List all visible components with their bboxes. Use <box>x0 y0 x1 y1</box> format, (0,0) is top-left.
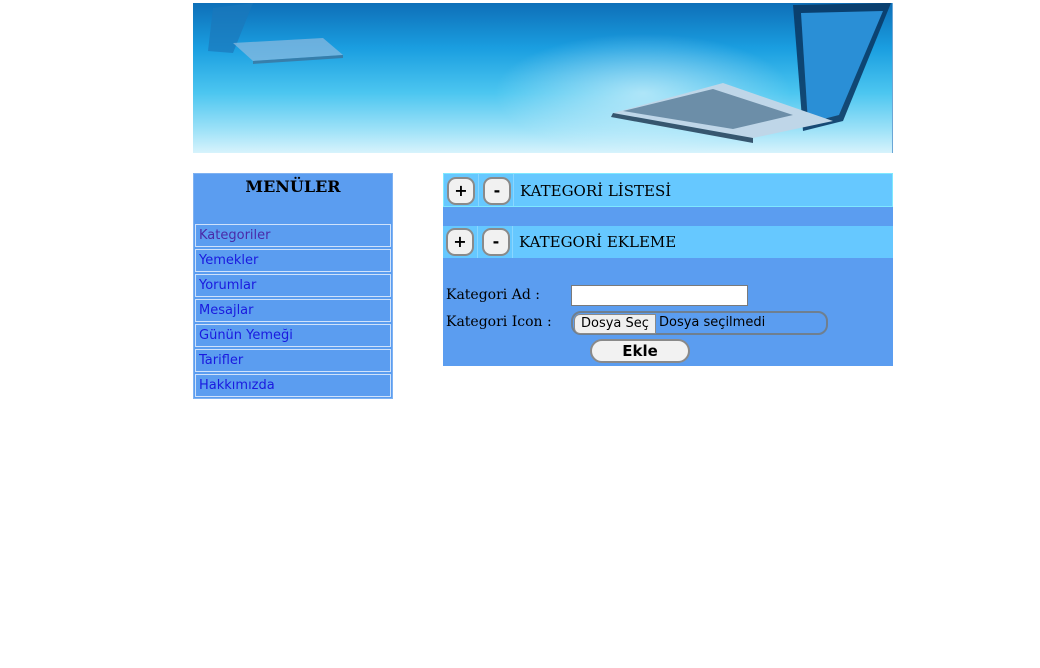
menu-item-hakkimizda[interactable]: Hakkımızda <box>195 374 391 397</box>
menu-link-tarifler[interactable]: Tarifler <box>196 350 390 371</box>
menu-item-yemekler[interactable]: Yemekler <box>195 249 391 272</box>
menu-link-mesajlar[interactable]: Mesajlar <box>196 300 390 321</box>
laptop-illustration <box>208 3 891 143</box>
expand-add-button[interactable]: + <box>446 228 474 256</box>
menu-link-hakkimizda[interactable]: Hakkımızda <box>196 375 390 396</box>
menu-item-yorumlar[interactable]: Yorumlar <box>195 274 391 297</box>
menu-title: MENÜLER <box>245 177 341 196</box>
menu-link-gunun-yemegi[interactable]: Günün Yemeği <box>196 325 390 346</box>
category-icon-file-input[interactable]: Dosya Seç Dosya seçilmedi <box>571 311 828 335</box>
category-icon-label: Kategori Icon : <box>446 314 552 330</box>
menu-link-yorumlar[interactable]: Yorumlar <box>196 275 390 296</box>
menu-item-kategoriler[interactable]: Kategoriler <box>195 224 391 247</box>
collapse-list-button[interactable]: - <box>483 177 511 205</box>
menu-item-tarifler[interactable]: Tarifler <box>195 349 391 372</box>
file-status-text: Dosya seçilmedi <box>659 315 766 330</box>
category-list-title: KATEGORİ LİSTESİ <box>520 182 672 200</box>
category-panel: + - KATEGORİ LİSTESİ + - KATEGORİ EKLEME… <box>443 173 893 366</box>
category-add-title: KATEGORİ EKLEME <box>519 233 677 251</box>
sidebar-menu: MENÜLER Kategoriler Yemekler Yorumlar Me… <box>193 173 393 399</box>
category-name-input[interactable] <box>571 285 748 306</box>
menu-link-kategoriler[interactable]: Kategoriler <box>196 225 390 246</box>
banner-edge <box>892 3 893 153</box>
expand-list-button[interactable]: + <box>447 177 475 205</box>
category-list-bar: + - KATEGORİ LİSTESİ <box>443 173 893 207</box>
category-add-bar: + - KATEGORİ EKLEME <box>443 226 893 258</box>
add-button[interactable]: Ekle <box>590 339 690 363</box>
menu-link-yemekler[interactable]: Yemekler <box>196 250 390 271</box>
header-banner <box>193 3 893 153</box>
menu-item-gunun-yemegi[interactable]: Günün Yemeği <box>195 324 391 347</box>
collapse-add-button[interactable]: - <box>482 228 510 256</box>
menu-item-mesajlar[interactable]: Mesajlar <box>195 299 391 322</box>
category-name-label: Kategori Ad : <box>446 287 540 303</box>
choose-file-button[interactable]: Dosya Seç <box>574 314 656 334</box>
